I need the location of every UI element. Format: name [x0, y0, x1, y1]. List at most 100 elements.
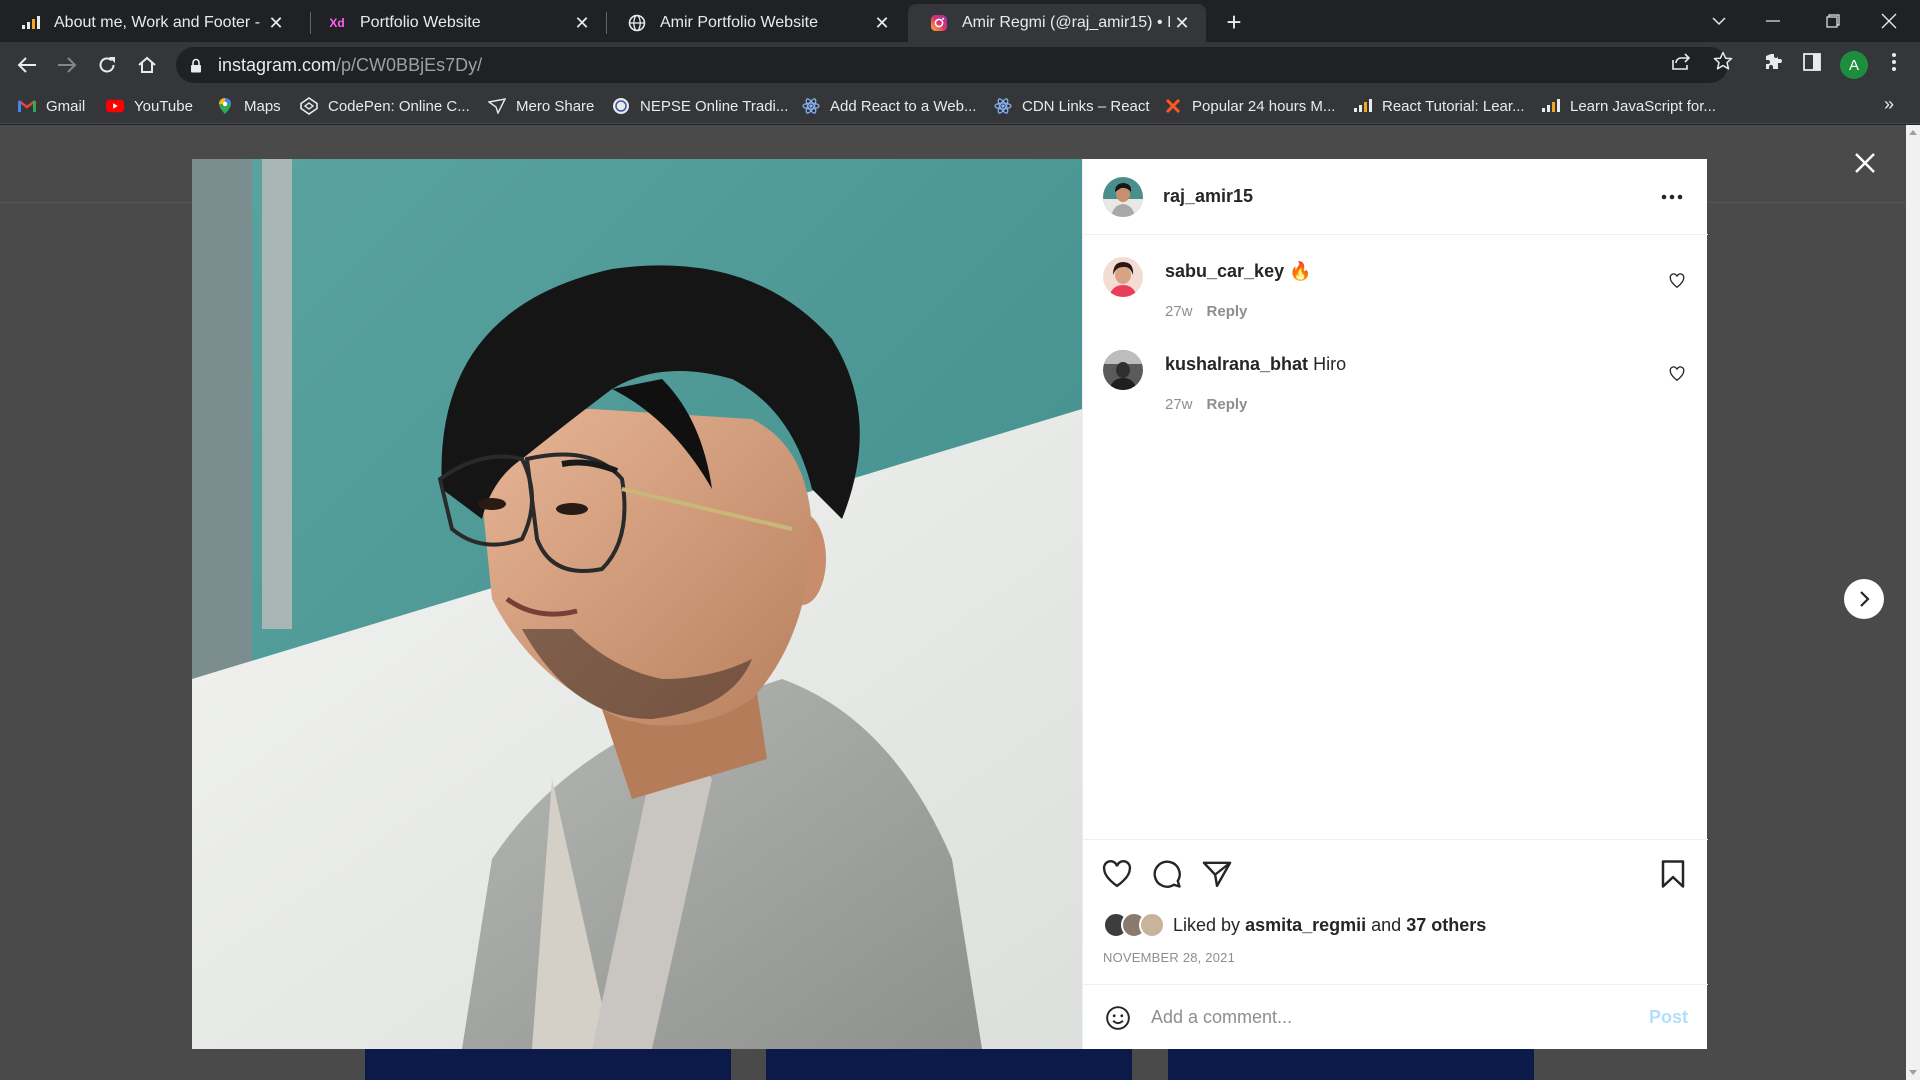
post-photo[interactable] [192, 159, 1082, 1049]
nepse-icon [612, 97, 630, 115]
share-icon[interactable] [1670, 50, 1692, 72]
scrollbar[interactable] [1906, 125, 1920, 1080]
reload-icon[interactable] [92, 50, 122, 80]
browser-tab[interactable]: Xd Portfolio Website ✕ [306, 4, 606, 42]
bookmark-item[interactable]: Mero Share [488, 94, 594, 118]
comment-composer: Post [1083, 984, 1708, 1050]
bookmark-item[interactable]: Popular 24 hours M... [1164, 94, 1335, 118]
side-panel-icon[interactable] [1800, 50, 1824, 74]
close-tab-icon[interactable]: ✕ [1170, 11, 1194, 35]
scroll-down-icon[interactable] [1909, 1070, 1917, 1075]
emoji-icon[interactable] [1103, 1003, 1133, 1033]
tab-title: Amir Regmi (@raj_amir15) • Insta [962, 14, 1170, 31]
bookmark-item[interactable]: YouTube [106, 94, 193, 118]
reply-button[interactable]: Reply [1207, 396, 1248, 413]
comment-age: 27w [1165, 396, 1193, 413]
bookmark-label: React Tutorial: Lear... [1382, 97, 1525, 115]
bookmark-label: Add React to a Web... [830, 97, 977, 115]
save-bookmark-icon[interactable] [1657, 858, 1689, 890]
liked-by-others[interactable]: 37 others [1406, 915, 1486, 936]
browser-tab[interactable]: About me, Work and Footer - HT ✕ [0, 4, 300, 42]
liked-by-prefix: Liked by [1173, 914, 1241, 935]
bookmark-item[interactable]: CDN Links – React [994, 94, 1150, 118]
meroshare-icon [488, 97, 506, 115]
share-paper-plane-icon[interactable] [1201, 858, 1233, 890]
browser-toolbar: instagram.com/p/CW0BBjEs7Dy/ A [0, 42, 1920, 88]
react-icon [994, 97, 1012, 115]
comment: sabu_car_key 🔥 27w Reply [1103, 257, 1693, 337]
close-tab-icon[interactable]: ✕ [264, 11, 288, 35]
liker-avatars[interactable] [1103, 912, 1165, 938]
bookmark-item[interactable]: Gmail [18, 94, 85, 118]
post-modal: raj_amir15 sabu_car_key 🔥 27w Reply kush… [192, 159, 1708, 1049]
like-heart-icon[interactable] [1101, 858, 1133, 890]
avatar[interactable] [1103, 176, 1143, 217]
heart-icon[interactable] [1669, 366, 1687, 384]
tab-title: Amir Portfolio Website [660, 14, 818, 31]
liked-by-user[interactable]: asmita_regmii [1245, 915, 1366, 936]
bookmark-item[interactable]: CodePen: Online C... [300, 94, 470, 118]
post-comment-button[interactable]: Post [1649, 1007, 1688, 1028]
close-tab-icon[interactable]: ✕ [870, 11, 894, 35]
more-options-icon[interactable] [1658, 183, 1686, 211]
post-date: NOVEMBER 28, 2021 [1103, 950, 1236, 965]
bookmark-item[interactable]: Learn JavaScript for... [1542, 94, 1716, 118]
bookmark-item[interactable]: Maps [216, 94, 281, 118]
browser-tab-active[interactable]: Amir Regmi (@raj_amir15) • Insta ✕ [908, 4, 1206, 42]
bookmarks-bar: Gmail YouTube Maps CodePen: Online C... … [0, 88, 1920, 124]
minimize-icon[interactable] [1758, 6, 1788, 36]
instagram-icon [930, 14, 948, 32]
lock-icon [190, 57, 204, 73]
avatar[interactable] [1103, 350, 1143, 390]
browser-tab-strip: About me, Work and Footer - HT ✕ Xd Port… [0, 0, 1920, 42]
likes-summary: Liked by asmita_regmii and 37 others [1103, 910, 1486, 940]
comment-input[interactable] [1151, 1007, 1649, 1028]
avatar[interactable] [1103, 257, 1143, 297]
forward-icon[interactable] [52, 50, 82, 80]
extensions-icon[interactable] [1762, 50, 1786, 74]
post-username[interactable]: raj_amir15 [1163, 186, 1253, 207]
close-tab-icon[interactable]: ✕ [570, 11, 594, 35]
restore-icon[interactable] [1818, 6, 1848, 36]
bookmark-item[interactable]: Add React to a Web... [802, 94, 976, 118]
next-post-button[interactable] [1844, 579, 1884, 619]
comment-user[interactable]: kushalrana_bhat [1165, 354, 1308, 374]
scroll-up-icon[interactable] [1909, 130, 1917, 135]
adobe-xd-icon: Xd [329, 16, 345, 30]
comment: kushalrana_bhat Hiro 27w Reply [1103, 350, 1693, 430]
home-icon[interactable] [132, 50, 162, 80]
comment-user[interactable]: sabu_car_key [1165, 261, 1284, 281]
chevron-right-icon [1860, 591, 1870, 607]
tab-title: Portfolio Website [360, 14, 481, 31]
close-window-icon[interactable] [1874, 6, 1904, 36]
bookmark-label: Learn JavaScript for... [1570, 97, 1716, 115]
reply-button[interactable]: Reply [1207, 303, 1248, 320]
comment-meta: 27w Reply [1165, 303, 1247, 320]
comment-text: sabu_car_key 🔥 [1165, 261, 1312, 282]
portrait-photo [192, 159, 1082, 1049]
url-path: /p/CW0BBjEs7Dy/ [336, 54, 483, 75]
heart-icon[interactable] [1669, 273, 1687, 291]
globe-icon [628, 14, 646, 32]
menu-kebab-icon[interactable] [1882, 50, 1906, 74]
bookmark-item[interactable]: React Tutorial: Lear... [1354, 94, 1525, 118]
close-icon[interactable] [1850, 148, 1880, 178]
react-icon [802, 97, 820, 115]
bookmark-label: NEPSE Online Tradi... [640, 97, 789, 115]
profile-avatar[interactable]: A [1840, 51, 1868, 79]
new-tab-icon[interactable]: + [1220, 7, 1248, 37]
comment-meta: 27w Reply [1165, 396, 1247, 413]
bookmark-item[interactable]: NEPSE Online Tradi... [612, 94, 788, 118]
post-actions: Liked by asmita_regmii and 37 others NOV… [1083, 839, 1708, 1049]
bookmark-label: Mero Share [516, 97, 595, 115]
more-bookmarks-icon[interactable]: » [1884, 94, 1894, 115]
youtube-icon [106, 97, 124, 115]
comment-icon[interactable] [1151, 858, 1183, 890]
back-icon[interactable] [12, 50, 42, 80]
tab-search-icon[interactable] [1704, 6, 1734, 36]
bookmark-label: CodePen: Online C... [328, 97, 470, 115]
browser-tab[interactable]: Amir Portfolio Website ✕ [606, 4, 906, 42]
bookmark-star-icon[interactable] [1712, 50, 1734, 72]
address-bar[interactable]: instagram.com/p/CW0BBjEs7Dy/ [176, 47, 1728, 83]
maps-icon [216, 97, 234, 115]
